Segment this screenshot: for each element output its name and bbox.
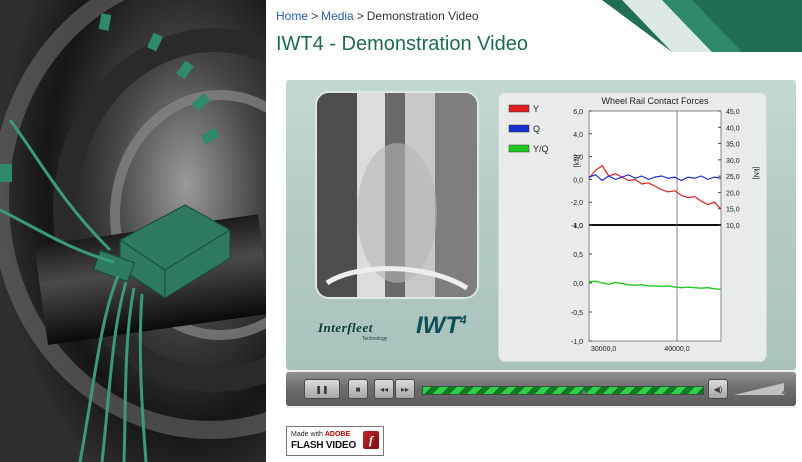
interfleet-logo: Interfleet bbox=[318, 320, 373, 335]
y-tick-lower-label: -0,5 bbox=[571, 310, 583, 317]
y-tick-right-label: 10,0 bbox=[726, 223, 740, 230]
y-tick-lower-label: 0,5 bbox=[573, 252, 583, 259]
y-tick-left-label: 4,0 bbox=[573, 132, 583, 139]
volume-marker[interactable] bbox=[781, 390, 787, 394]
iwt-logo-superscript: 4 bbox=[459, 313, 467, 327]
y-tick-right-label: 35,0 bbox=[726, 142, 740, 149]
fast-forward-button[interactable]: ▸▸ bbox=[395, 379, 415, 399]
legend-label-y: Y bbox=[533, 104, 539, 114]
chart-title: Wheel Rail Contact Forces bbox=[601, 96, 709, 106]
wheel-rail-force-chart: Wheel Rail Contact Forces6,04,02,00,0-2,… bbox=[508, 96, 759, 353]
seek-marker[interactable] bbox=[581, 390, 587, 394]
breadcrumb-home-link[interactable]: Home bbox=[276, 9, 308, 23]
player-control-bar: ❚❚ ■ ◂◂ ▸▸ ◀) bbox=[286, 372, 796, 406]
page-title: IWT4 - Demonstration Video bbox=[276, 33, 528, 55]
breadcrumb: Home > Media > Demonstration Video bbox=[276, 9, 479, 23]
y-tick-left-label: 6,0 bbox=[573, 109, 583, 116]
y-tick-lower-label: 0,0 bbox=[573, 281, 583, 288]
x-tick-label: 40000,0 bbox=[664, 346, 689, 353]
video-player[interactable]: Interfleet Technology IWT4 Wheel Rail Co… bbox=[286, 80, 796, 408]
pause-button[interactable]: ❚❚ bbox=[304, 379, 340, 399]
legend-label-yq: Y/Q bbox=[533, 144, 549, 154]
volume-icon[interactable]: ◀) bbox=[708, 379, 728, 399]
y-tick-lower-label: -1,0 bbox=[571, 339, 583, 346]
y-axis-label-left: [kN] bbox=[574, 155, 581, 168]
y-tick-right-label: 40,0 bbox=[726, 125, 740, 132]
y-tick-right-label: 15,0 bbox=[726, 207, 740, 214]
volume-slider[interactable] bbox=[734, 383, 784, 395]
y-tick-left-label: -2,0 bbox=[571, 200, 583, 207]
y-tick-left-label: 0,0 bbox=[573, 177, 583, 184]
flash-badge-line2: FLASH VIDEO bbox=[291, 440, 357, 451]
video-frame bbox=[317, 93, 477, 297]
x-tick-label: 30000,0 bbox=[591, 346, 616, 353]
legend-label-q: Q bbox=[533, 124, 540, 134]
wheel-video-image bbox=[317, 93, 477, 297]
y-tick-right-label: 30,0 bbox=[726, 158, 740, 165]
playback-progress-bar[interactable] bbox=[422, 386, 704, 395]
stop-button[interactable]: ■ bbox=[348, 379, 368, 399]
interfleet-logo-subtitle: Technology bbox=[362, 336, 388, 342]
wheel-sensor-graphic bbox=[0, 0, 266, 462]
flash-badge-line1: Made with ADOBE bbox=[291, 431, 351, 438]
iwt-logo-text: IWT bbox=[416, 312, 460, 339]
hero-illustration bbox=[0, 0, 266, 462]
breadcrumb-separator: > bbox=[356, 9, 364, 23]
y-tick-right-label: 45,0 bbox=[726, 109, 740, 116]
rewind-button[interactable]: ◂◂ bbox=[374, 379, 394, 399]
y-tick-lower-label: 1,0 bbox=[573, 223, 583, 230]
legend-swatch-y bbox=[508, 104, 530, 113]
legend-swatch-q bbox=[508, 124, 530, 133]
video-stage[interactable]: Interfleet Technology IWT4 Wheel Rail Co… bbox=[286, 80, 796, 370]
breadcrumb-media-link[interactable]: Media bbox=[321, 9, 354, 23]
breadcrumb-current: Demonstration Video bbox=[366, 9, 479, 23]
y-tick-right-label: 20,0 bbox=[726, 190, 740, 197]
y-tick-right-label: 25,0 bbox=[726, 174, 740, 181]
iwt4-logo: IWT4 bbox=[416, 312, 467, 340]
y-axis-label-right: [kN] bbox=[752, 167, 759, 180]
flash-logo-icon: f bbox=[363, 431, 379, 449]
corner-decoration bbox=[602, 0, 802, 52]
legend-swatch-yq bbox=[508, 144, 530, 153]
breadcrumb-separator: > bbox=[311, 9, 319, 23]
force-chart-panel: Wheel Rail Contact Forces 6,0 4,0 2,0 0,0 -2,… bbox=[499, 93, 766, 361]
made-with-flash-video-badge[interactable]: Made with ADOBE FLASH VIDEO f bbox=[286, 426, 384, 456]
